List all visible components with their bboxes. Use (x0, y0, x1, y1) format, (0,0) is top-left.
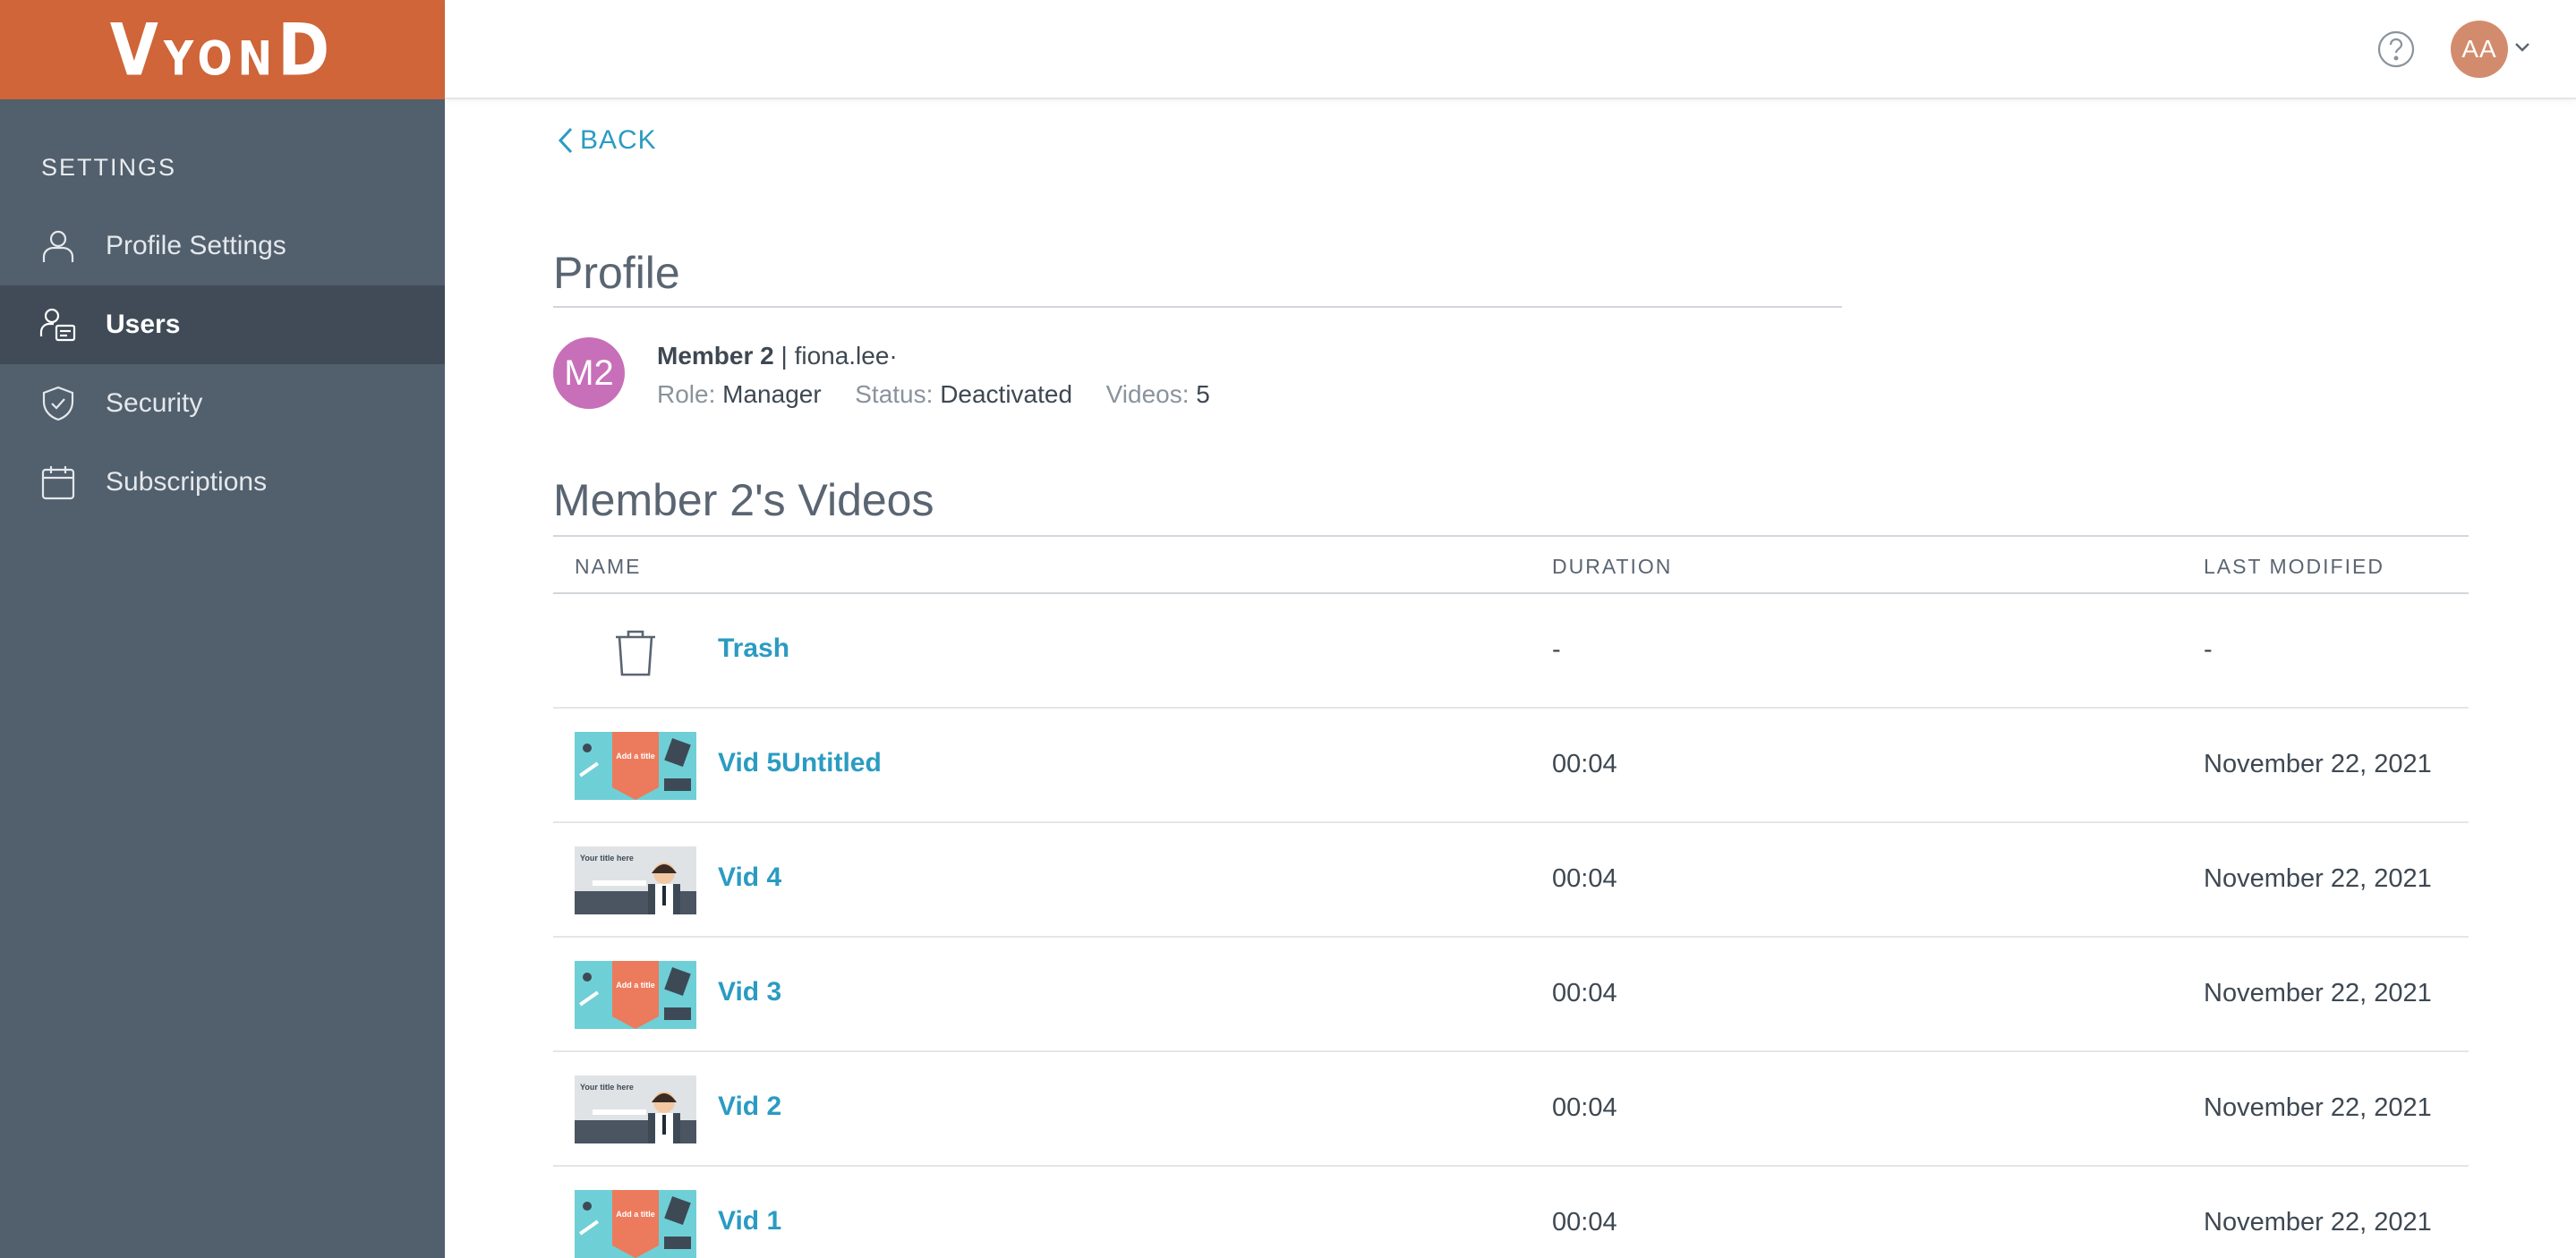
video-name-link[interactable]: Vid 3 (718, 977, 781, 1007)
member-avatar: M2 (553, 337, 625, 409)
role-label: Role: (657, 380, 716, 408)
table-row[interactable]: Add a title Vid 3 00:04 November 22, 2021 (553, 938, 2469, 1052)
member-name: Member 2 (657, 342, 774, 370)
chevron-down-icon[interactable] (2513, 40, 2531, 53)
sidebar-item-users[interactable]: Users (0, 285, 445, 364)
svg-text:Add a title: Add a title (616, 981, 655, 990)
video-duration: 00:04 (1552, 750, 1617, 778)
video-last-modified: November 22, 2021 (2204, 1208, 2432, 1237)
video-thumbnail[interactable]: Your title here (575, 1075, 696, 1143)
table-row[interactable]: Your title here Vid 2 00:04 November 22, 2… (553, 1052, 2469, 1167)
video-name-link[interactable]: Trash (718, 633, 789, 664)
table-row[interactable]: Add a title Vid 5Untitled 00:04 November 2… (553, 709, 2469, 823)
divider (553, 306, 1842, 308)
back-label: BACK (580, 125, 657, 155)
sidebar: VYOND SETTINGS Profile Settings Users Se… (0, 0, 445, 1258)
person-icon (39, 227, 77, 265)
calendar-icon (39, 463, 77, 501)
sidebar-item-security[interactable]: Security (0, 364, 445, 443)
video-thumbnail[interactable]: Add a title (575, 961, 696, 1029)
svg-text:Your title here: Your title here (580, 854, 634, 863)
sidebar-item-label: Users (106, 310, 181, 339)
video-name-link[interactable]: Vid 4 (718, 863, 781, 893)
sidebar-item-label: Subscriptions (106, 467, 268, 497)
video-last-modified: November 22, 2021 (2204, 979, 2432, 1007)
sidebar-item-label: Security (106, 388, 203, 418)
svg-text:Add a title: Add a title (616, 1210, 655, 1219)
videos-count: 5 (1196, 380, 1210, 408)
table-row[interactable]: Your title here Vid 4 00:04 November 22, 2… (553, 823, 2469, 938)
video-duration: 00:04 (1552, 1093, 1617, 1122)
sidebar-item-label: Profile Settings (106, 231, 286, 260)
video-duration: - (1552, 635, 1561, 664)
video-duration: 00:04 (1552, 864, 1617, 893)
video-name-link[interactable]: Vid 1 (718, 1206, 781, 1237)
table-header: NAME DURATION LAST MODIFIED (553, 535, 2469, 594)
member-email: fiona.lee· (794, 342, 898, 370)
video-duration: 00:04 (1552, 979, 1617, 1007)
video-last-modified: - (2204, 635, 2213, 664)
users-icon (39, 306, 77, 344)
role-value: Manager (722, 380, 822, 408)
videos-label: Videos: (1105, 380, 1190, 408)
video-name-link[interactable]: Vid 2 (718, 1092, 781, 1122)
shield-icon (39, 385, 77, 422)
chevron-left-icon (558, 127, 573, 154)
status-label: Status: (855, 380, 934, 408)
member-identity: Member 2 | fiona.lee· (657, 342, 898, 370)
column-header-last-modified[interactable]: LAST MODIFIED (2204, 555, 2384, 579)
profile-title: Profile (553, 248, 680, 298)
user-avatar[interactable]: AA (2451, 21, 2508, 78)
svg-text:Add a title: Add a title (616, 752, 655, 761)
video-last-modified: November 22, 2021 (2204, 1093, 2432, 1122)
column-header-duration[interactable]: DURATION (1552, 555, 1672, 579)
separator: | (780, 342, 788, 370)
svg-text:Your title here: Your title here (580, 1083, 634, 1092)
video-thumbnail[interactable]: Add a title (575, 1190, 696, 1258)
video-duration: 00:04 (1552, 1208, 1617, 1237)
videos-table: NAME DURATION LAST MODIFIED Trash - - Add … (553, 535, 2469, 1258)
video-thumbnail[interactable]: Add a title (575, 732, 696, 800)
videos-title: Member 2's Videos (553, 475, 934, 525)
video-name-link[interactable]: Vid 5Untitled (718, 748, 882, 778)
trash-icon (610, 628, 661, 678)
status-value: Deactivated (940, 380, 1073, 408)
logo-bar: VYOND (0, 0, 445, 99)
vyond-logo[interactable]: VYOND (110, 7, 336, 91)
column-header-name[interactable]: NAME (575, 555, 641, 579)
top-bar: AA (445, 0, 2576, 99)
video-thumbnail[interactable]: Your title here (575, 846, 696, 914)
sidebar-item-subscriptions[interactable]: Subscriptions (0, 443, 445, 522)
sidebar-item-profile-settings[interactable]: Profile Settings (0, 207, 445, 285)
video-last-modified: November 22, 2021 (2204, 864, 2432, 893)
video-last-modified: November 22, 2021 (2204, 750, 2432, 778)
help-icon[interactable] (2376, 30, 2416, 69)
member-details: Role: Manager Status: Deactivated Videos… (657, 380, 1210, 409)
table-row[interactable]: Add a title Vid 1 00:04 November 22, 2021 (553, 1167, 2469, 1258)
table-row[interactable]: Trash - - (553, 594, 2469, 709)
sidebar-heading: SETTINGS (41, 154, 177, 181)
back-button[interactable]: BACK (557, 125, 657, 156)
